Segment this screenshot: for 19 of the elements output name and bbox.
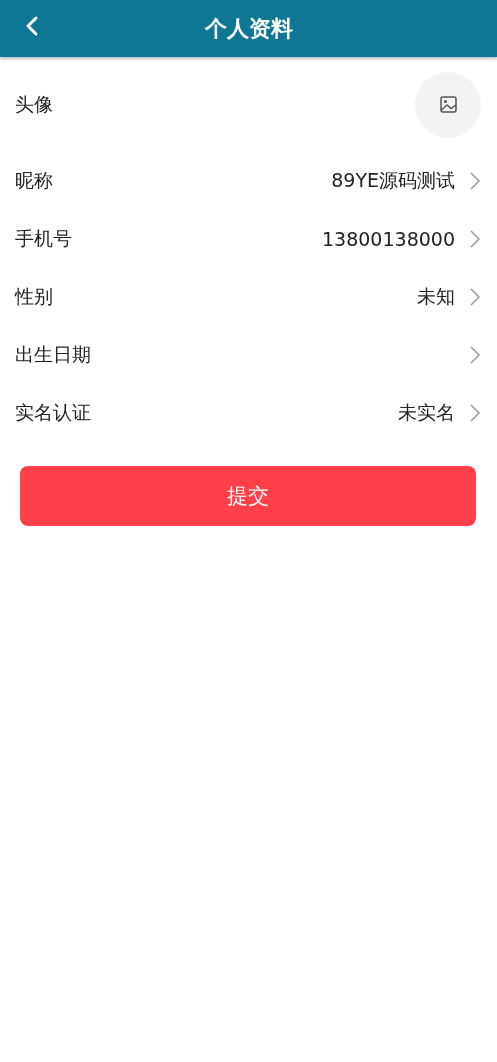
row-value: 89YE源码测试 (331, 168, 455, 193)
row-label: 性别 (15, 284, 54, 309)
back-icon (25, 15, 39, 37)
submit-button[interactable]: 提交 (20, 466, 476, 526)
row-value: 13800138000 (322, 228, 455, 250)
page-title: 个人资料 (204, 14, 293, 43)
chevron-icon[interactable] (469, 403, 481, 423)
row-label: 手机号 (15, 226, 73, 251)
row-value: 未知 (417, 284, 455, 309)
chevron-icon[interactable] (469, 229, 481, 249)
row-value: 未实名 (398, 400, 455, 425)
chevron-icon[interactable] (469, 287, 481, 307)
row-label: 昵称 (15, 168, 54, 193)
image-icon (439, 96, 457, 113)
row-label: 出生日期 (15, 342, 92, 367)
row-label: 实名认证 (15, 400, 92, 425)
row-label: 头像 (15, 91, 54, 117)
chevron-icon[interactable] (469, 345, 481, 365)
chevron-icon[interactable] (469, 171, 481, 191)
